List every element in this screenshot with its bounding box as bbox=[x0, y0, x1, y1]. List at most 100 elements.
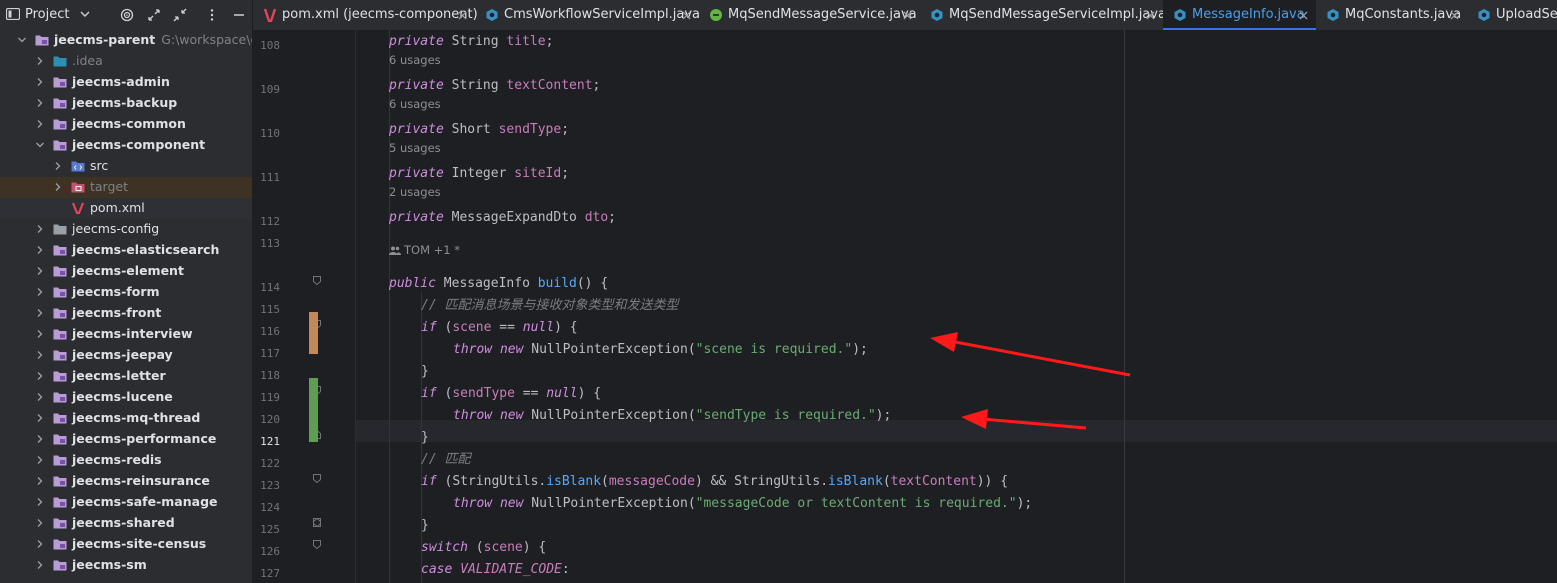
chevron-right-icon[interactable] bbox=[35, 266, 45, 276]
fold-icon[interactable] bbox=[313, 540, 321, 549]
chevron-right-icon[interactable] bbox=[35, 119, 45, 129]
chevron-right-icon[interactable] bbox=[35, 539, 45, 549]
chevron-down-icon[interactable] bbox=[79, 8, 91, 20]
tree-item-jeecms-config[interactable]: jeecms-config bbox=[0, 219, 252, 240]
tab-mqsendmessageservice[interactable]: MqSendMessageService.java bbox=[699, 0, 920, 30]
tab-uploadser[interactable]: UploadSer bbox=[1467, 0, 1557, 30]
close-icon[interactable] bbox=[1299, 11, 1308, 20]
tab-cmsworkflowserviceimpl[interactable]: CmsWorkflowServiceImpl.java bbox=[475, 0, 700, 30]
tree-item-jeecms-elasticsearch[interactable]: jeecms-elasticsearch bbox=[0, 240, 252, 261]
author-hint[interactable]: TOM +1 * bbox=[389, 243, 460, 257]
chevron-right-icon[interactable] bbox=[35, 287, 45, 297]
chevron-right-icon[interactable] bbox=[35, 308, 45, 318]
code-line[interactable]: // 匹配 bbox=[421, 449, 470, 471]
code-line[interactable]: private MessageExpandDto dto; bbox=[389, 207, 616, 229]
tree-item-jeecms-admin[interactable]: jeecms-admin bbox=[0, 72, 252, 93]
code-line[interactable]: throw new NullPointerException("messageC… bbox=[453, 493, 1032, 515]
tree-item-jeecms-performance[interactable]: jeecms-performance bbox=[0, 429, 252, 450]
tree-item-idea[interactable]: .idea bbox=[0, 51, 252, 72]
chevron-right-icon[interactable] bbox=[35, 434, 45, 444]
close-icon[interactable] bbox=[682, 11, 691, 20]
chevron-right-icon[interactable] bbox=[35, 455, 45, 465]
tree-item-jeecms-element[interactable]: jeecms-element bbox=[0, 261, 252, 282]
tree-item-jeecms-parent[interactable]: jeecms-parentG:\workspace\cms\1. bbox=[0, 30, 252, 51]
fold-icon[interactable] bbox=[313, 474, 321, 483]
code-line[interactable]: // 匹配消息场景与接收对象类型和发送类型 bbox=[421, 295, 678, 317]
chevron-right-icon[interactable] bbox=[35, 560, 45, 570]
chevron-right-icon[interactable] bbox=[35, 371, 45, 381]
chevron-right-icon[interactable] bbox=[35, 413, 45, 423]
close-icon[interactable] bbox=[903, 11, 912, 20]
chevron-right-icon[interactable] bbox=[35, 518, 45, 528]
project-view-selector[interactable]: Project bbox=[25, 7, 69, 22]
chevron-right-icon[interactable] bbox=[53, 161, 63, 171]
code-line[interactable]: if (StringUtils.isBlank(messageCode) && … bbox=[421, 471, 1008, 493]
tab-pom[interactable]: pom.xml (jeecms-component) bbox=[253, 0, 478, 30]
tree-item-jeecms-common[interactable]: jeecms-common bbox=[0, 114, 252, 135]
chevron-down-icon[interactable] bbox=[35, 140, 45, 150]
tab-mqsendmessageserviceimpl[interactable]: MqSendMessageServiceImpl.java bbox=[920, 0, 1166, 30]
chevron-right-icon[interactable] bbox=[35, 350, 45, 360]
code-line[interactable]: public MessageInfo build() { bbox=[389, 273, 608, 295]
change-marker-modified[interactable] bbox=[309, 312, 318, 354]
tree-item-jeecms-jeepay[interactable]: jeecms-jeepay bbox=[0, 345, 252, 366]
tree-item-target[interactable]: target bbox=[0, 177, 252, 198]
code-line[interactable]: } bbox=[421, 515, 429, 537]
tab-mqconstants[interactable]: MqConstants.java bbox=[1316, 0, 1467, 30]
expand-all-icon[interactable] bbox=[147, 8, 161, 22]
chevron-right-icon[interactable] bbox=[35, 56, 45, 66]
chevron-down-icon[interactable] bbox=[17, 35, 27, 45]
tree-item-jeecms-lucene[interactable]: jeecms-lucene bbox=[0, 387, 252, 408]
tree-item-jeecms-safe-manage[interactable]: jeecms-safe-manage bbox=[0, 492, 252, 513]
tree-item-jeecms-shared[interactable]: jeecms-shared bbox=[0, 513, 252, 534]
tree-item-jeecms-reinsurance[interactable]: jeecms-reinsurance bbox=[0, 471, 252, 492]
code-line[interactable]: if (sendType == null) { bbox=[421, 383, 601, 405]
close-icon[interactable] bbox=[458, 11, 467, 20]
hide-panel-icon[interactable] bbox=[232, 8, 246, 22]
close-icon[interactable] bbox=[1146, 11, 1155, 20]
code-line[interactable]: private String title; bbox=[389, 31, 553, 53]
tree-item-pom-xml[interactable]: pom.xml bbox=[0, 198, 252, 219]
fold-end-icon[interactable] bbox=[313, 518, 321, 527]
usages-hint[interactable]: 5 usages bbox=[389, 141, 441, 155]
usages-hint[interactable]: 2 usages bbox=[389, 185, 441, 199]
code-line[interactable]: if (scene == null) { bbox=[421, 317, 578, 339]
tab-messageinfo[interactable]: MessageInfo.java bbox=[1163, 0, 1316, 30]
tree-item-jeecms-front[interactable]: jeecms-front bbox=[0, 303, 252, 324]
code-line[interactable]: private String textContent; bbox=[389, 75, 600, 97]
tree-item-jeecms-letter[interactable]: jeecms-letter bbox=[0, 366, 252, 387]
tree-item-jeecms-backup[interactable]: jeecms-backup bbox=[0, 93, 252, 114]
tree-item-jeecms-component[interactable]: jeecms-component bbox=[0, 135, 252, 156]
change-marker-added[interactable] bbox=[309, 378, 318, 442]
collapse-all-icon[interactable] bbox=[173, 8, 187, 22]
code-line[interactable]: private Short sendType; bbox=[389, 119, 569, 141]
close-icon[interactable] bbox=[1450, 11, 1459, 20]
tree-item-jeecms-mq-thread[interactable]: jeecms-mq-thread bbox=[0, 408, 252, 429]
tree-item-src[interactable]: src bbox=[0, 156, 252, 177]
chevron-right-icon[interactable] bbox=[35, 245, 45, 255]
code-line[interactable]: switch (scene) { bbox=[421, 537, 546, 559]
chevron-right-icon[interactable] bbox=[53, 182, 63, 192]
usages-hint[interactable]: 6 usages bbox=[389, 53, 441, 67]
code-line[interactable]: case VALIDATE_CODE: bbox=[421, 559, 570, 581]
options-icon[interactable] bbox=[205, 8, 219, 22]
chevron-right-icon[interactable] bbox=[35, 476, 45, 486]
code-line[interactable]: throw new NullPointerException("sendType… bbox=[453, 405, 891, 427]
locate-file-icon[interactable] bbox=[120, 8, 134, 22]
chevron-right-icon[interactable] bbox=[35, 98, 45, 108]
chevron-right-icon[interactable] bbox=[35, 329, 45, 339]
code-editor[interactable]: private String title; private String text… bbox=[355, 30, 1557, 583]
chevron-right-icon[interactable] bbox=[35, 392, 45, 402]
tree-item-jeecms-site-census[interactable]: jeecms-site-census bbox=[0, 534, 252, 555]
usages-hint[interactable]: 6 usages bbox=[389, 97, 441, 111]
tree-item-jeecms-sm[interactable]: jeecms-sm bbox=[0, 555, 252, 576]
tree-item-jeecms-redis[interactable]: jeecms-redis bbox=[0, 450, 252, 471]
fold-icon[interactable] bbox=[313, 276, 321, 285]
tree-item-jeecms-interview[interactable]: jeecms-interview bbox=[0, 324, 252, 345]
code-line[interactable]: throw new NullPointerException("scene is… bbox=[453, 339, 868, 361]
chevron-right-icon[interactable] bbox=[35, 224, 45, 234]
tree-item-jeecms-form[interactable]: jeecms-form bbox=[0, 282, 252, 303]
code-line[interactable]: } bbox=[421, 427, 429, 449]
code-line[interactable]: private Integer siteId; bbox=[389, 163, 569, 185]
code-line[interactable]: } bbox=[421, 361, 429, 383]
